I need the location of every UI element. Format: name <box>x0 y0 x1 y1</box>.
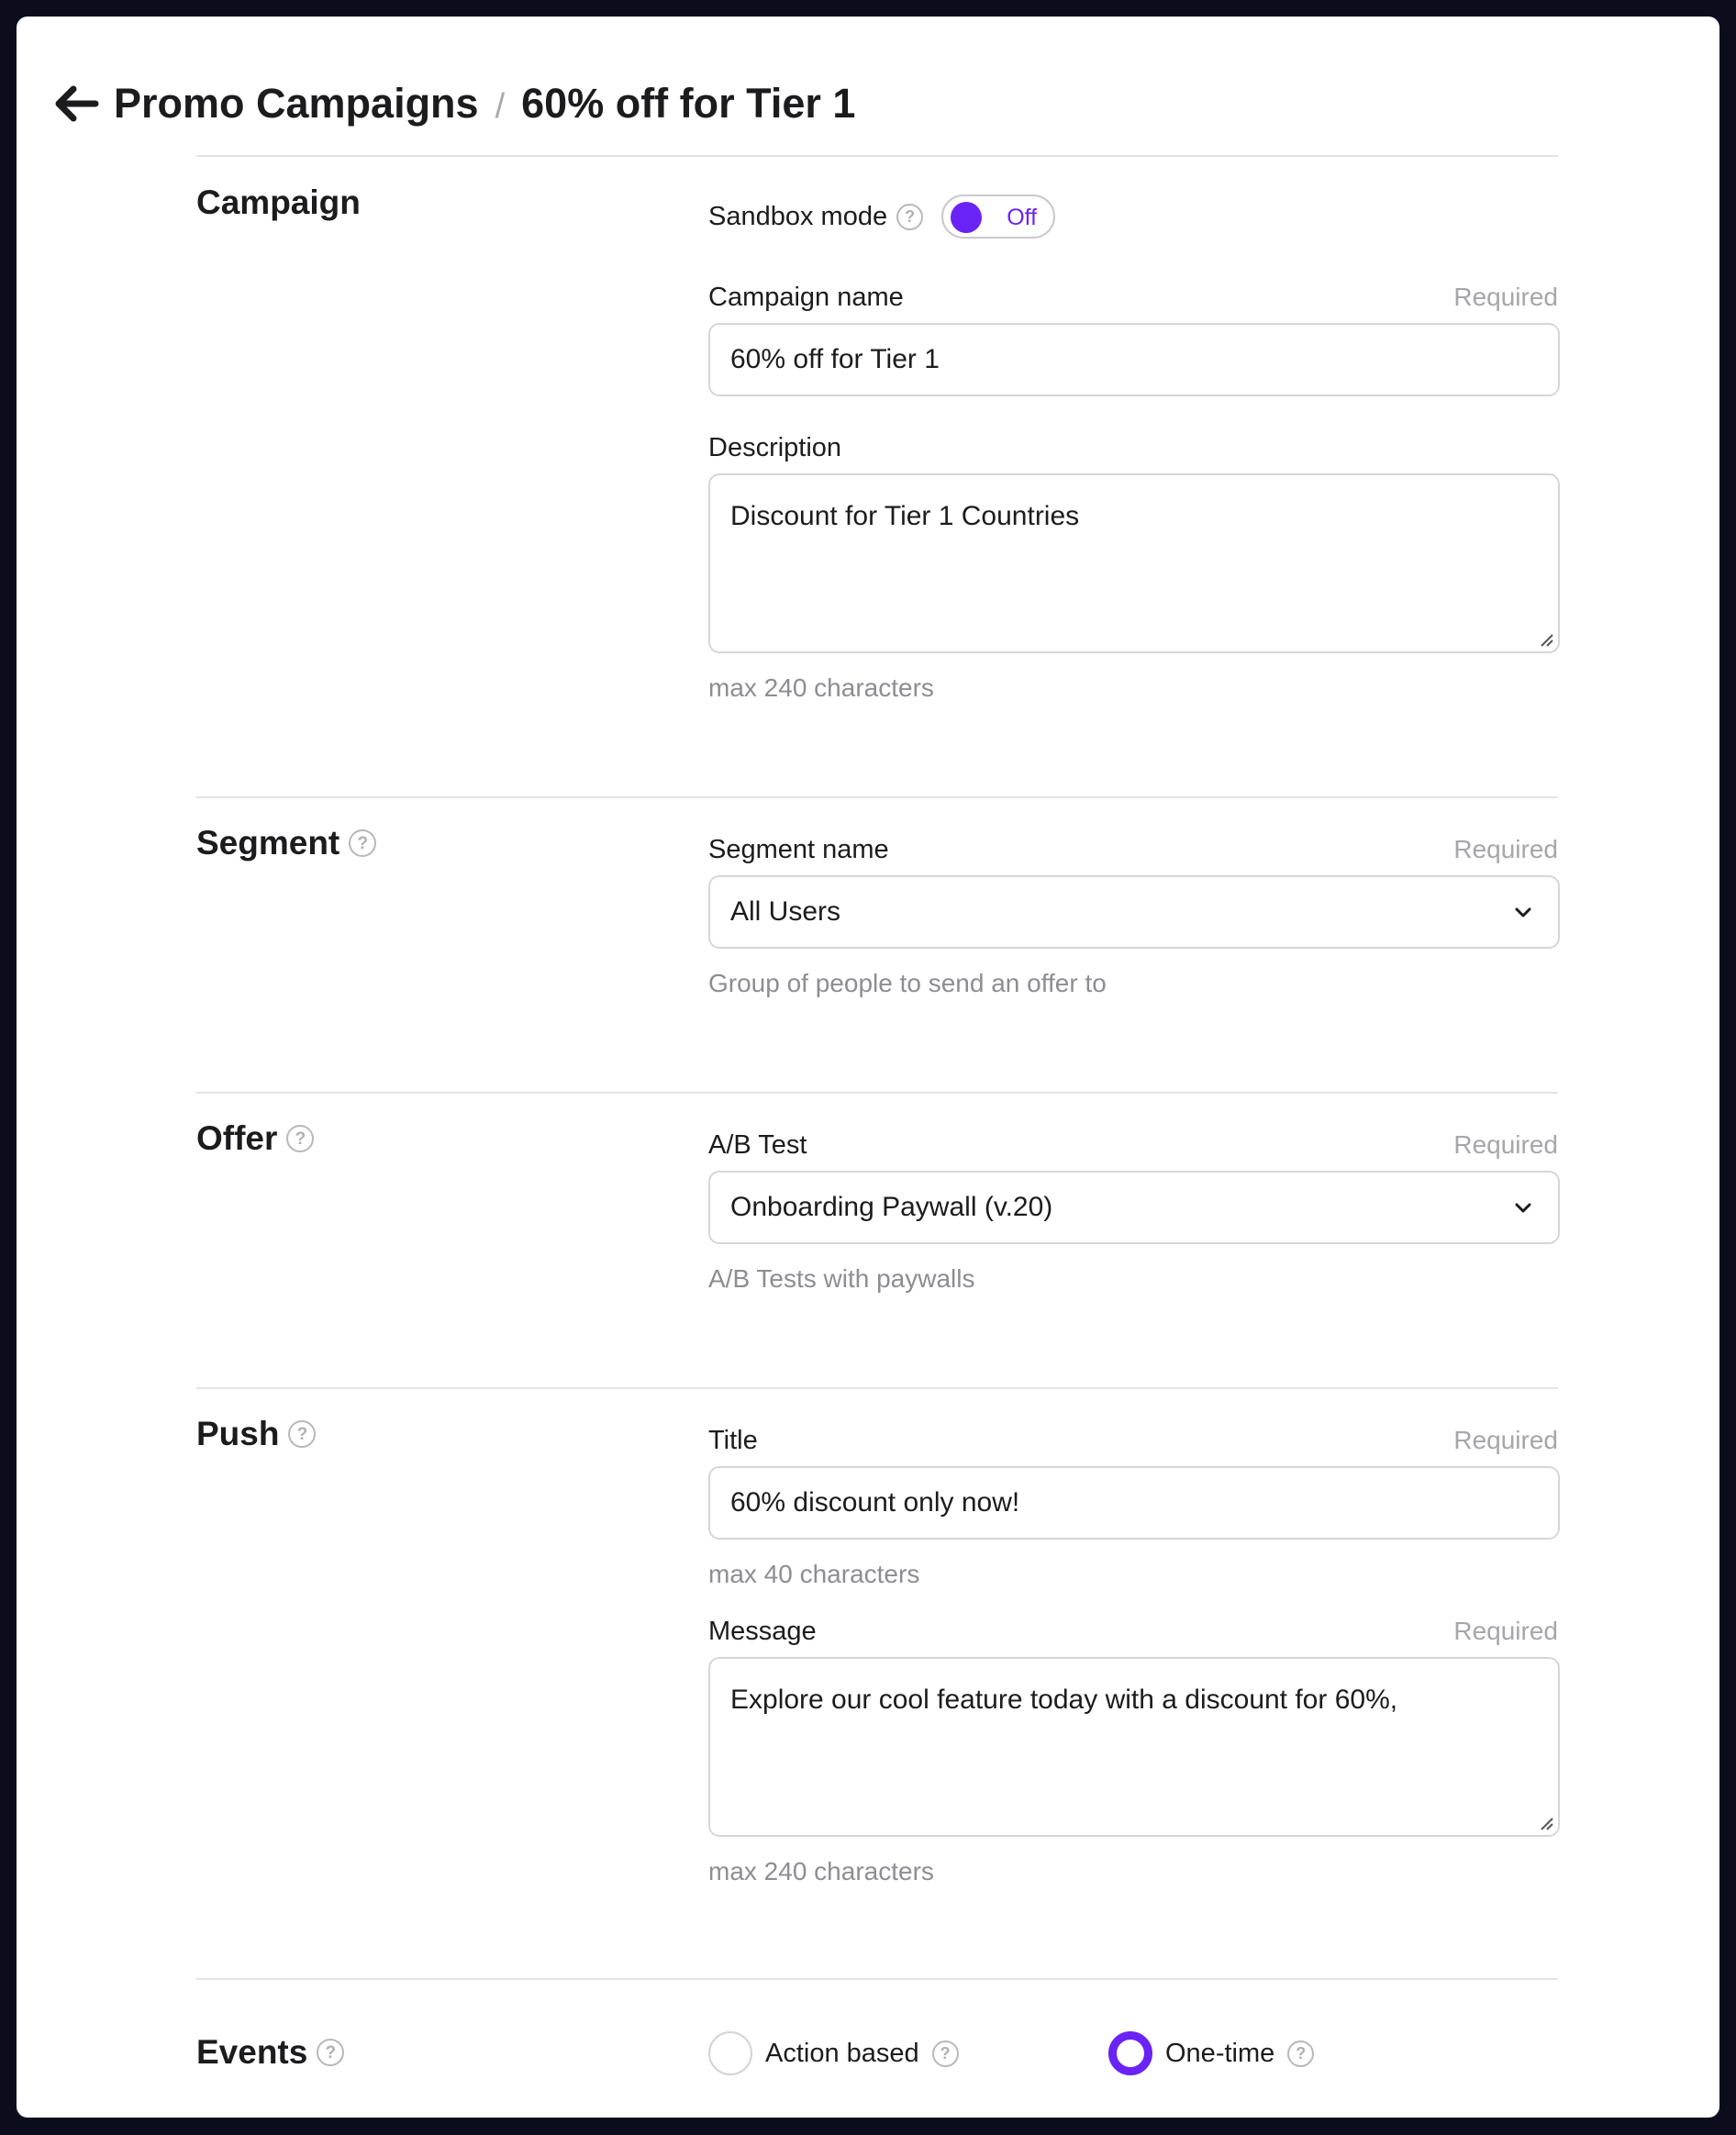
divider <box>196 1387 1558 1389</box>
required-indicator: Required <box>1453 1426 1558 1454</box>
question-circle-icon[interactable]: ? <box>1287 2040 1315 2067</box>
section-title-label: Segment <box>196 824 340 862</box>
radio-label: Action based <box>765 2038 919 2068</box>
section-title-segment: Segment ? <box>196 824 377 862</box>
back-button[interactable] <box>55 74 114 133</box>
page-title: 60% off for Tier 1 <box>521 80 856 127</box>
question-circle-icon[interactable]: ? <box>317 2039 345 2066</box>
radio-button[interactable] <box>708 2031 752 2075</box>
question-circle-icon[interactable]: ? <box>349 829 377 857</box>
section-title-campaign: Campaign <box>196 183 361 222</box>
section-title-label: Campaign <box>196 183 361 221</box>
select-value: Onboarding Paywall (v.20) <box>730 1192 1053 1222</box>
required-indicator: Required <box>1453 283 1558 311</box>
select-value: All Users <box>730 896 841 927</box>
question-circle-icon[interactable]: ? <box>288 1420 317 1448</box>
resize-handle-icon[interactable] <box>1538 1815 1554 1831</box>
required-indicator: Required <box>1453 1617 1558 1645</box>
chevron-down-icon <box>1515 907 1531 917</box>
push-title-input[interactable]: 60% discount only now! <box>708 1466 1560 1540</box>
question-circle-icon[interactable]: ? <box>931 2040 959 2067</box>
resize-handle-icon[interactable] <box>1538 631 1554 648</box>
section-title-label: Events <box>196 2033 308 2071</box>
question-circle-icon[interactable]: ? <box>286 1125 315 1152</box>
toggle-knob <box>951 202 983 233</box>
breadcrumb-root-link[interactable]: Promo Campaigns <box>114 80 479 128</box>
section-title-push: Push ? <box>196 1415 317 1453</box>
description-label: Description <box>708 433 842 462</box>
chevron-down-icon <box>1515 1203 1531 1213</box>
required-indicator: Required <box>1453 1130 1558 1159</box>
sandbox-mode-label: Sandbox mode <box>708 201 888 231</box>
divider <box>196 1092 1558 1094</box>
radio-button-selected[interactable] <box>1108 2031 1152 2075</box>
arrow-left-icon <box>55 85 99 122</box>
sandbox-mode-row: Sandbox mode ? Off <box>708 189 1056 244</box>
push-message-textarea[interactable]: Explore our cool feature today with a di… <box>708 1657 1560 1837</box>
campaign-name-input[interactable]: 60% off for Tier 1 <box>708 323 1560 396</box>
event-option-action-based[interactable]: Action based ? <box>708 2031 959 2075</box>
push-message-label: Message <box>708 1617 817 1646</box>
divider <box>196 1978 1558 1980</box>
section-title-offer: Offer ? <box>196 1119 315 1158</box>
divider <box>196 155 1558 157</box>
description-textarea[interactable]: Discount for Tier 1 Countries <box>708 473 1560 653</box>
ab-test-label: A/B Test <box>708 1130 807 1160</box>
textarea-value: Explore our cool feature today with a di… <box>730 1685 1398 1715</box>
app-window: Promo Campaigns / 60% off for Tier 1 Cam… <box>17 17 1719 2118</box>
push-message-hint: max 240 characters <box>708 1857 934 1885</box>
segment-select[interactable]: All Users <box>708 875 1560 949</box>
section-title-label: Offer <box>196 1119 278 1157</box>
ab-test-select[interactable]: Onboarding Paywall (v.20) <box>708 1171 1560 1244</box>
breadcrumb: Promo Campaigns / 60% off for Tier 1 <box>55 70 855 138</box>
radio-label: One-time <box>1165 2038 1275 2068</box>
textarea-value: Discount for Tier 1 Countries <box>730 501 1080 531</box>
event-option-one-time[interactable]: One-time ? <box>1108 2031 1315 2075</box>
question-circle-icon[interactable]: ? <box>896 203 924 230</box>
required-indicator: Required <box>1453 835 1558 863</box>
segment-name-label: Segment name <box>708 835 889 864</box>
push-title-hint: max 40 characters <box>708 1560 920 1588</box>
push-title-label: Title <box>708 1426 758 1455</box>
description-hint: max 240 characters <box>708 673 934 702</box>
divider <box>196 796 1558 798</box>
section-title-label: Push <box>196 1415 280 1452</box>
section-title-events: Events ? <box>196 2033 345 2072</box>
ab-test-hint: A/B Tests with paywalls <box>708 1264 975 1293</box>
campaign-name-label: Campaign name <box>708 283 904 312</box>
sandbox-mode-toggle[interactable]: Off <box>941 195 1056 239</box>
segment-hint: Group of people to send an offer to <box>708 969 1107 997</box>
input-value: 60% off for Tier 1 <box>730 344 940 374</box>
toggle-state-label: Off <box>1007 205 1038 230</box>
input-value: 60% discount only now! <box>730 1487 1020 1518</box>
breadcrumb-separator: / <box>495 86 506 126</box>
